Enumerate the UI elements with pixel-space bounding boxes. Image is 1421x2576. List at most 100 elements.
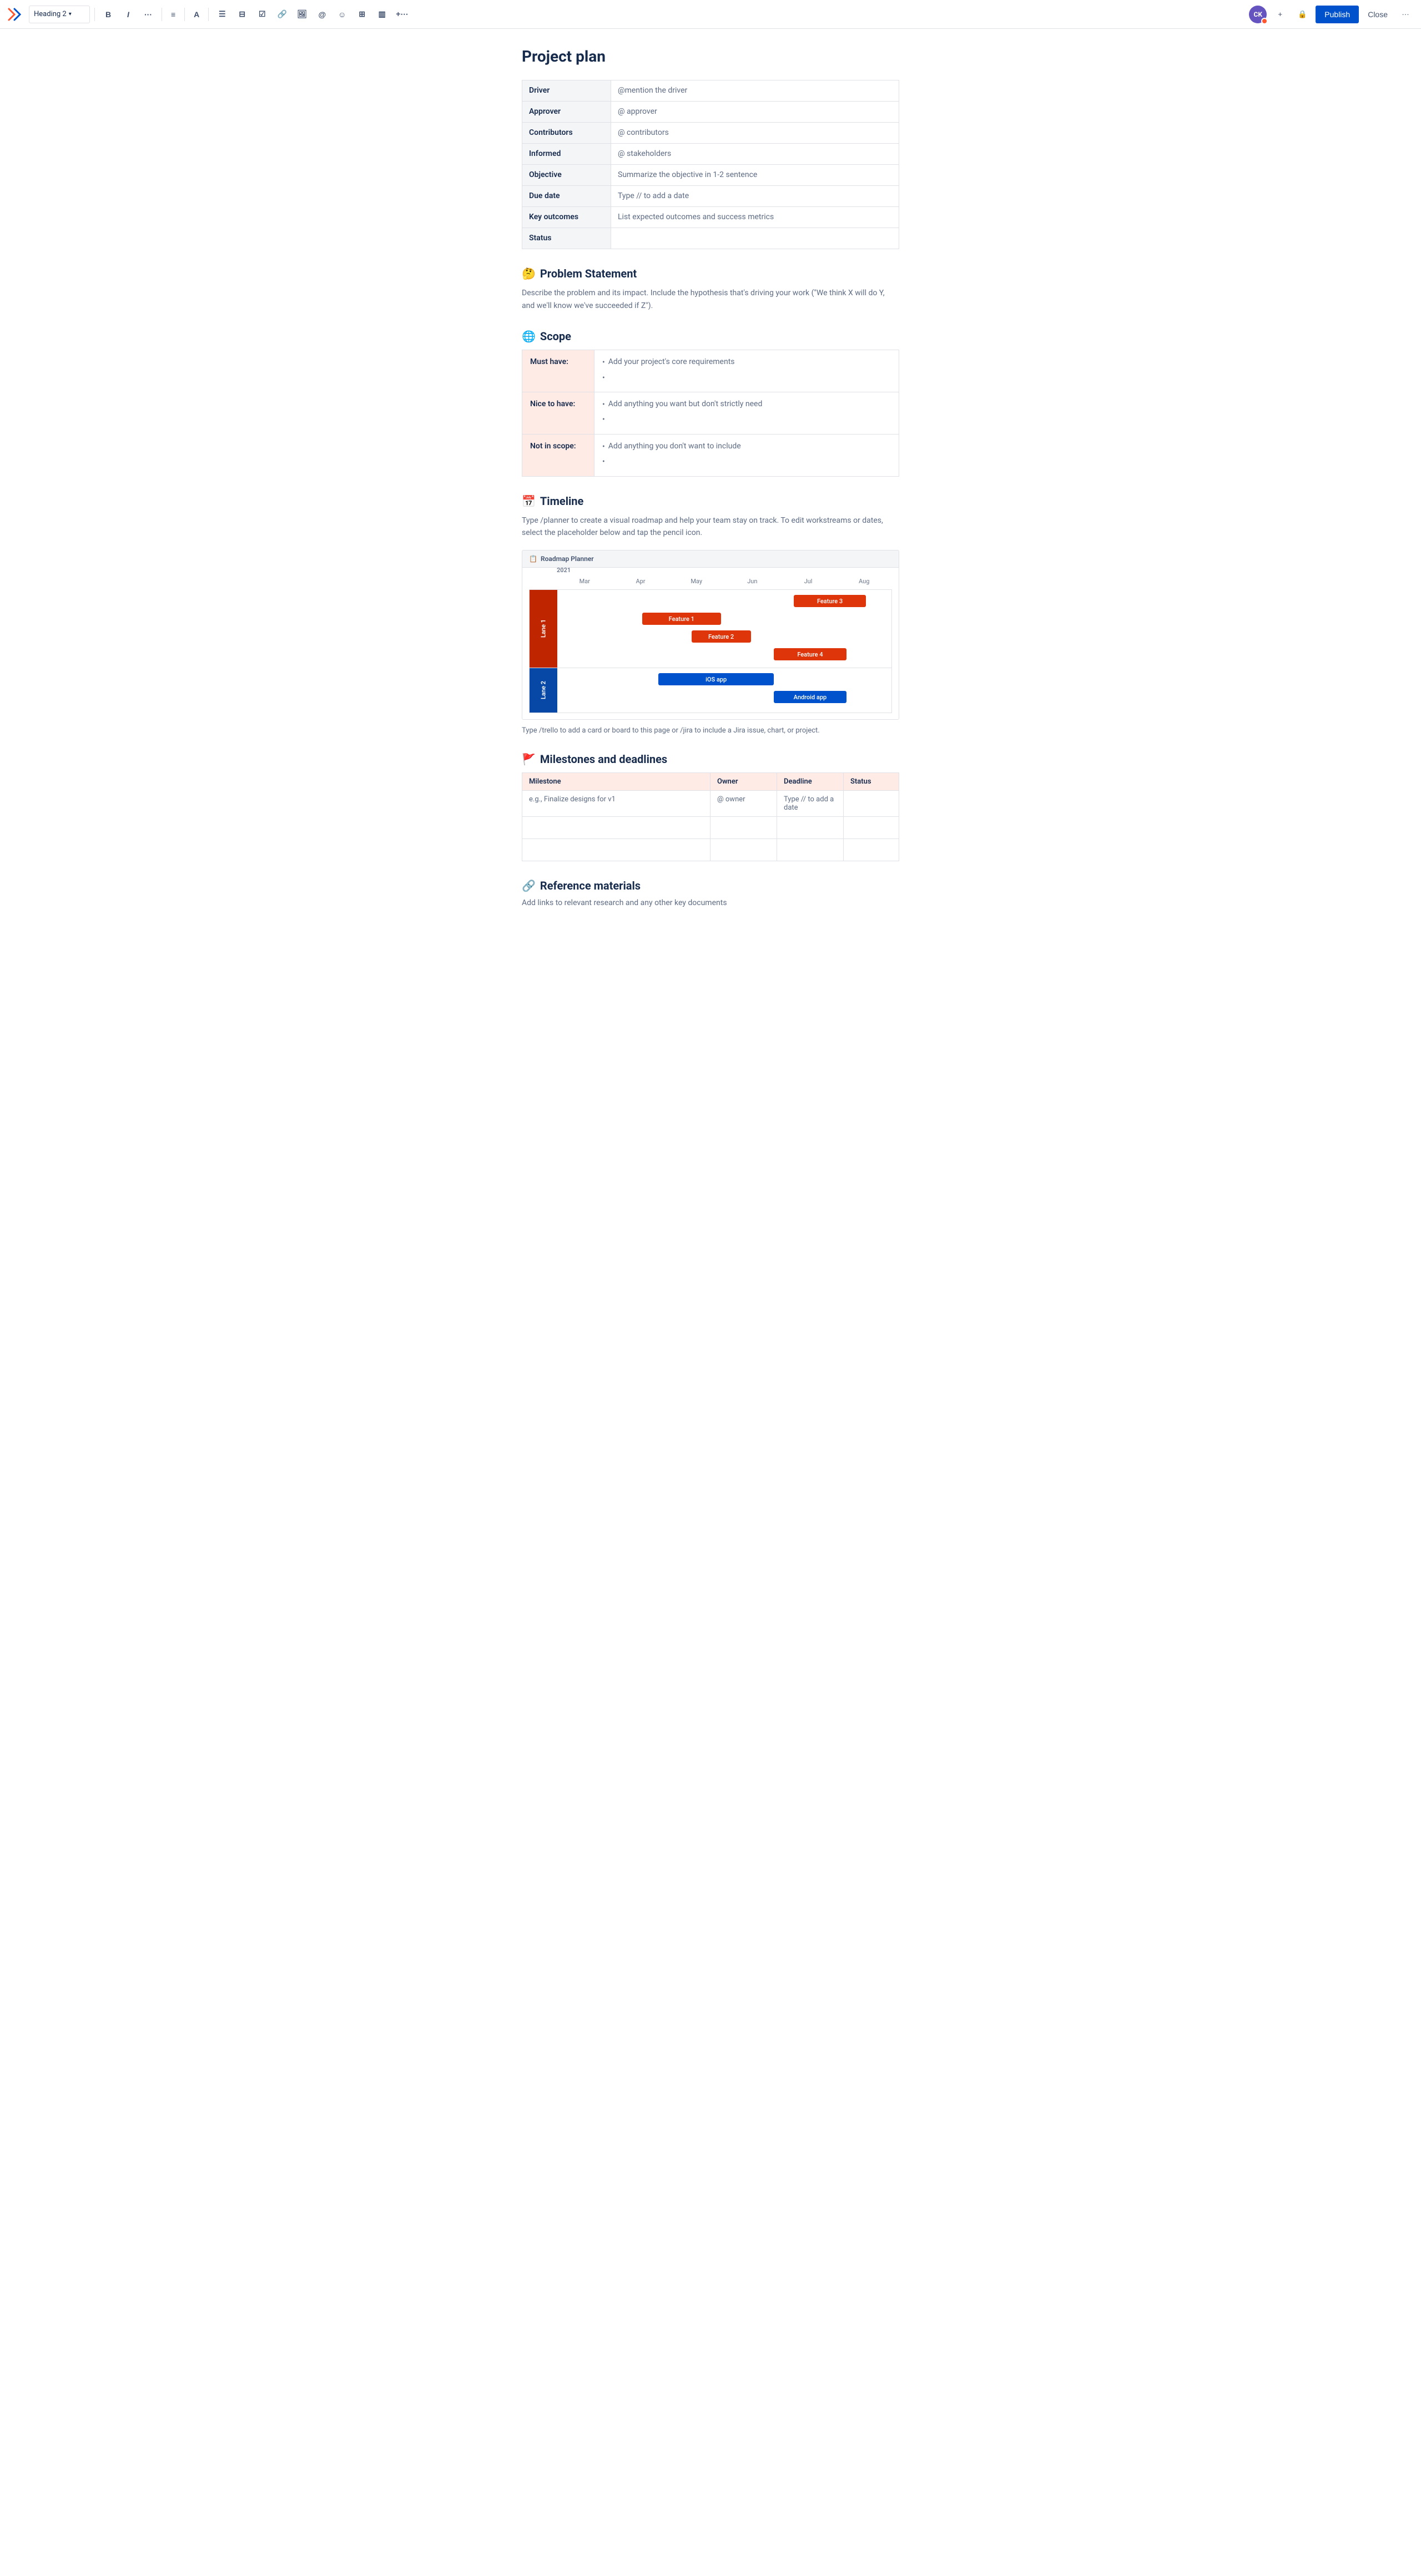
milestones-cell[interactable] <box>777 839 844 861</box>
info-value[interactable]: @ stakeholders <box>611 144 899 165</box>
scope-row: Must have: Add your project's core requi… <box>522 350 899 392</box>
layout-button[interactable]: ▥ <box>373 6 391 23</box>
roadmap-planner[interactable]: 📋 Roadmap Planner 2021 MarAprMayJunJulAu… <box>522 550 899 720</box>
bullet-list-icon: ☰ <box>219 9 226 19</box>
milestones-cell[interactable] <box>844 817 899 839</box>
timeline-emoji: 📅 <box>522 494 536 508</box>
problem-statement-description[interactable]: Describe the problem and its impact. Inc… <box>522 287 899 312</box>
month-label: Aug <box>836 578 892 585</box>
close-button[interactable]: Close <box>1363 7 1392 22</box>
milestones-column-header: Deadline <box>777 773 844 791</box>
info-label: Due date <box>522 186 611 207</box>
gantt-bar[interactable]: Android app <box>774 691 846 703</box>
info-value[interactable]: List expected outcomes and success metri… <box>611 207 899 228</box>
italic-button[interactable]: I <box>119 6 137 23</box>
gantt-row: Feature 3 <box>560 593 889 609</box>
plus-icon: + <box>1278 10 1282 18</box>
info-label: Objective <box>522 165 611 186</box>
number-list-button[interactable]: ⊟ <box>233 6 251 23</box>
info-label: Status <box>522 228 611 249</box>
month-label: May <box>668 578 724 585</box>
milestones-cell[interactable] <box>710 839 777 861</box>
milestones-cell[interactable] <box>777 817 844 839</box>
scope-table: Must have: Add your project's core requi… <box>522 350 899 476</box>
milestones-cell[interactable]: @ owner <box>710 791 777 817</box>
emoji-button[interactable]: ☺ <box>333 6 351 23</box>
scope-item[interactable]: Add anything you don't want to include <box>602 440 891 453</box>
more-insert-button[interactable]: +⋯ <box>393 6 411 23</box>
month-label: Apr <box>613 578 669 585</box>
info-value[interactable]: Summarize the objective in 1-2 sentence <box>611 165 899 186</box>
page-title[interactable]: Project plan <box>522 47 899 67</box>
info-table-row: Driver @mention the driver <box>522 80 899 102</box>
milestones-cell[interactable] <box>522 839 710 861</box>
milestones-cell[interactable]: Type // to add a date <box>777 791 844 817</box>
publish-button[interactable]: Publish <box>1316 6 1359 23</box>
gantt-bar[interactable]: Feature 2 <box>692 630 751 643</box>
main-content: Project plan Driver @mention the driver … <box>500 29 921 965</box>
gantt-bar[interactable]: Feature 1 <box>642 613 722 625</box>
lane-label: Lane 2 <box>530 668 557 713</box>
scope-item-empty[interactable] <box>602 455 891 468</box>
reference-emoji: 🔗 <box>522 879 536 892</box>
roadmap-months: MarAprMayJunJulAug <box>557 578 892 585</box>
gantt-bar[interactable]: Feature 3 <box>794 595 866 607</box>
mention-button[interactable]: @ <box>313 6 331 23</box>
table-button[interactable]: ⊞ <box>353 6 371 23</box>
link-button[interactable]: 🔗 <box>273 6 291 23</box>
milestones-cell[interactable]: e.g., Finalize designs for v1 <box>522 791 710 817</box>
todo-button[interactable]: ☑ <box>253 6 271 23</box>
scope-label: Must have: <box>522 350 594 392</box>
at-icon: @ <box>318 10 326 19</box>
bullet-list-button[interactable]: ☰ <box>213 6 231 23</box>
gantt-row: iOS app <box>560 671 889 687</box>
app-logo[interactable] <box>7 7 22 22</box>
bold-button[interactable]: B <box>99 6 117 23</box>
more-options-button[interactable]: ··· <box>1397 6 1414 23</box>
scope-item[interactable]: Add anything you want but don't strictly… <box>602 398 891 411</box>
milestones-column-header: Milestone <box>522 773 710 791</box>
scope-item[interactable]: Add your project's core requirements <box>602 356 891 368</box>
info-value[interactable]: @mention the driver <box>611 80 899 102</box>
scope-item-empty[interactable] <box>602 413 891 426</box>
scope-items[interactable]: Add anything you want but don't strictly… <box>594 392 899 434</box>
more-text-button[interactable]: ··· <box>139 6 157 23</box>
layout-icon: ▥ <box>379 9 386 19</box>
info-value[interactable]: @ contributors <box>611 123 899 144</box>
info-label: Approver <box>522 102 611 123</box>
milestones-emoji: 🚩 <box>522 752 536 766</box>
table-icon: ⊞ <box>359 9 365 19</box>
milestones-cell[interactable] <box>710 817 777 839</box>
avatar-initials: CK <box>1254 11 1262 18</box>
milestones-row <box>522 839 899 861</box>
scope-item-empty[interactable] <box>602 371 891 384</box>
lock-button[interactable]: 🔒 <box>1293 6 1311 23</box>
roadmap-body: 2021 MarAprMayJunJulAug Lane 1Feature 3F… <box>522 568 899 719</box>
image-button[interactable]: 🖼 <box>293 6 311 23</box>
info-label: Key outcomes <box>522 207 611 228</box>
problem-statement-heading: 🤔 Problem Statement <box>522 267 899 280</box>
milestones-heading: 🚩 Milestones and deadlines <box>522 752 899 766</box>
info-value[interactable] <box>611 228 899 249</box>
avatar[interactable]: CK <box>1249 6 1267 23</box>
scope-items[interactable]: Add your project's core requirements <box>594 350 899 392</box>
info-value[interactable]: Type // to add a date <box>611 186 899 207</box>
lock-icon: 🔒 <box>1298 10 1307 19</box>
milestones-cell[interactable] <box>522 817 710 839</box>
add-collaborator-button[interactable]: + <box>1271 6 1289 23</box>
gantt-bar[interactable]: iOS app <box>658 673 774 685</box>
gantt-bar[interactable]: Feature 4 <box>774 648 846 660</box>
info-value[interactable]: @ approver <box>611 102 899 123</box>
info-table-row: Due date Type // to add a date <box>522 186 899 207</box>
gantt-row: Feature 2 <box>560 629 889 644</box>
heading-select[interactable]: Heading 2 ▾ <box>29 6 90 23</box>
scope-items[interactable]: Add anything you don't want to include <box>594 434 899 476</box>
lane-content: Feature 3 Feature 1 Feature 2 Feature 4 <box>557 590 891 668</box>
align-button[interactable]: ≡ <box>167 6 180 23</box>
ellipsis-icon: ··· <box>1402 10 1409 18</box>
milestones-cell[interactable] <box>844 839 899 861</box>
toolbar-right: CK + 🔒 Publish Close ··· <box>1249 6 1414 23</box>
color-button[interactable]: A <box>189 6 204 23</box>
info-table-row: Informed @ stakeholders <box>522 144 899 165</box>
milestones-cell[interactable] <box>844 791 899 817</box>
